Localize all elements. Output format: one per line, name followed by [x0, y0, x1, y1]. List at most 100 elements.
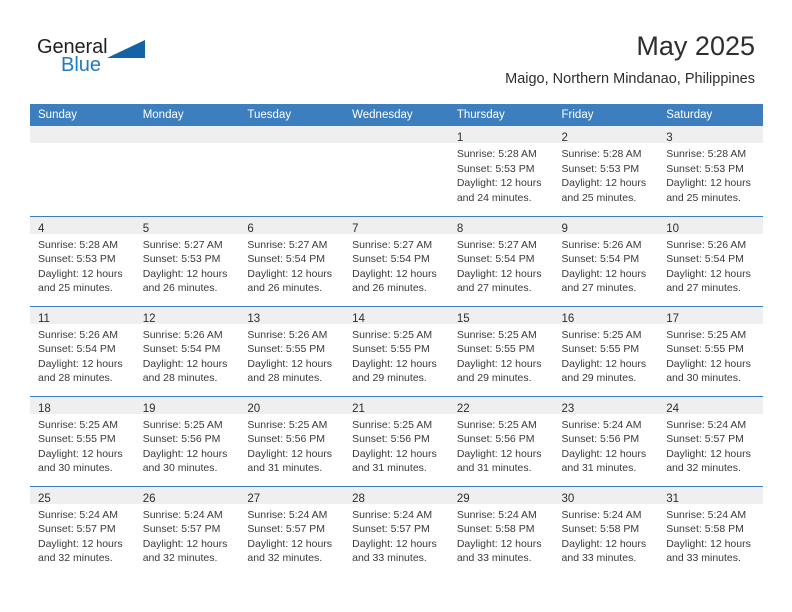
- page-title: May 2025: [636, 31, 755, 61]
- calendar-day-cell[interactable]: 8 Sunrise: 5:27 AM Sunset: 5:54 PM Daylight…: [448, 215, 554, 306]
- calendar-day-cell[interactable]: 3 Sunrise: 5:28 AM Sunset: 5:53 PM Daylight…: [658, 126, 763, 216]
- calendar-day-cell[interactable]: 22 Sunrise: 5:25 AM Sunset: 5:56 PM Dayligh…: [448, 395, 554, 486]
- calendar-day-cell[interactable]: 23 Sunrise: 5:24 AM Sunset: 5:56 PM Dayligh…: [553, 395, 659, 486]
- day-details: Sunrise: 5:25 AM Sunset: 5:55 PM Daylight:…: [658, 324, 763, 386]
- daylight-text: and 32 minutes.: [666, 462, 741, 475]
- day-details: Sunrise: 5:28 AM Sunset: 5:53 PM Daylight:…: [658, 143, 763, 205]
- day-number-band: 12: [134, 306, 240, 325]
- sunrise-text: Sunrise: 5:25 AM: [142, 418, 223, 431]
- sunrise-text: Sunrise: 5:28 AM: [38, 238, 118, 251]
- calendar-day-cell[interactable]: 1 Sunrise: 5:28 AM Sunset: 5:53 PM Daylight…: [448, 126, 554, 216]
- weekday-header-tuesday: Tuesday: [239, 104, 345, 126]
- sunset-text: Sunset: 5:58 PM: [666, 523, 744, 536]
- sunrise-text: Sunrise: 5:24 AM: [142, 508, 223, 521]
- calendar-day-cell[interactable]: 13 Sunrise: 5:26 AM Sunset: 5:55 PM Dayligh…: [239, 305, 345, 396]
- daylight-text: and 33 minutes.: [666, 552, 741, 565]
- blue-triangle-icon: [107, 40, 145, 58]
- calendar-day-cell[interactable]: 17 Sunrise: 5:25 AM Sunset: 5:55 PM Dayligh…: [658, 305, 763, 396]
- daylight-text: Daylight: 12 hours: [352, 267, 437, 280]
- calendar-day-cell[interactable]: 15 Sunrise: 5:25 AM Sunset: 5:55 PM Dayligh…: [448, 305, 554, 396]
- daylight-text: Daylight: 12 hours: [38, 267, 123, 280]
- day-number: 31: [666, 492, 680, 505]
- calendar-day-cell[interactable]: 6 Sunrise: 5:27 AM Sunset: 5:54 PM Daylight…: [239, 215, 345, 306]
- calendar-day-cell[interactable]: 5 Sunrise: 5:27 AM Sunset: 5:53 PM Daylight…: [134, 215, 240, 306]
- day-number: 14: [352, 312, 365, 325]
- sunrise-text: Sunrise: 5:25 AM: [247, 418, 328, 431]
- day-number: 6: [247, 222, 254, 235]
- day-details: Sunrise: 5:24 AM Sunset: 5:57 PM Daylight:…: [344, 504, 449, 566]
- calendar-day-cell[interactable]: 27 Sunrise: 5:24 AM Sunset: 5:57 PM Dayligh…: [239, 485, 345, 576]
- daylight-text: and 28 minutes.: [142, 372, 218, 385]
- calendar-day-cell[interactable]: 9 Sunrise: 5:26 AM Sunset: 5:54 PM Daylight…: [553, 215, 659, 306]
- sunset-text: Sunset: 5:53 PM: [561, 162, 640, 175]
- daylight-text: Daylight: 12 hours: [38, 447, 123, 460]
- generalblue-logo[interactable]: General Blue: [37, 36, 157, 82]
- day-details: Sunrise: 5:27 AM Sunset: 5:54 PM Daylight:…: [449, 234, 554, 296]
- calendar-day-cell[interactable]: 21 Sunrise: 5:25 AM Sunset: 5:56 PM Dayligh…: [344, 395, 449, 486]
- sunset-text: Sunset: 5:57 PM: [142, 523, 221, 536]
- calendar-day-cell[interactable]: 14 Sunrise: 5:25 AM Sunset: 5:55 PM Dayligh…: [344, 305, 449, 396]
- sunrise-text: Sunrise: 5:24 AM: [456, 508, 537, 521]
- daylight-text: and 31 minutes.: [561, 462, 637, 475]
- day-number-band: 6: [239, 216, 345, 235]
- calendar-day-cell[interactable]: 20 Sunrise: 5:25 AM Sunset: 5:56 PM Dayligh…: [239, 395, 345, 486]
- daylight-text: Daylight: 12 hours: [142, 267, 228, 280]
- calendar-day-cell[interactable]: 10 Sunrise: 5:26 AM Sunset: 5:54 PM Dayligh…: [658, 215, 763, 306]
- day-number: 13: [247, 312, 261, 325]
- day-details: Sunrise: 5:26 AM Sunset: 5:54 PM Daylight:…: [554, 234, 659, 296]
- day-number-band: 3: [658, 126, 763, 144]
- calendar-day-cell[interactable]: 29 Sunrise: 5:24 AM Sunset: 5:58 PM Dayligh…: [448, 485, 554, 576]
- calendar-day-cell[interactable]: 12 Sunrise: 5:26 AM Sunset: 5:54 PM Dayligh…: [134, 305, 240, 396]
- sunset-text: Sunset: 5:58 PM: [456, 523, 535, 536]
- calendar-day-cell[interactable]: 11 Sunrise: 5:26 AM Sunset: 5:54 PM Dayligh…: [30, 305, 135, 396]
- calendar-day-cell[interactable]: 16 Sunrise: 5:25 AM Sunset: 5:55 PM Dayligh…: [553, 305, 659, 396]
- day-number: 12: [142, 312, 156, 325]
- calendar-day-cell[interactable]: 30 Sunrise: 5:24 AM Sunset: 5:58 PM Dayligh…: [553, 485, 659, 576]
- daylight-text: Daylight: 12 hours: [142, 537, 228, 550]
- daylight-text: and 33 minutes.: [456, 552, 532, 565]
- calendar-week-row: 25 Sunrise: 5:24 AM Sunset: 5:57 PM Dayligh…: [30, 485, 763, 576]
- daylight-text: Daylight: 12 hours: [666, 357, 751, 370]
- sunset-text: Sunset: 5:54 PM: [456, 253, 535, 266]
- daylight-text: Daylight: 12 hours: [666, 447, 751, 460]
- day-number-band: 1: [448, 126, 554, 144]
- day-details: Sunrise: 5:25 AM Sunset: 5:56 PM Daylight:…: [135, 414, 240, 476]
- calendar-day-cell[interactable]: 2 Sunrise: 5:28 AM Sunset: 5:53 PM Daylight…: [553, 126, 659, 216]
- day-number: 4: [38, 222, 45, 235]
- sunset-text: Sunset: 5:54 PM: [247, 253, 326, 266]
- daylight-text: Daylight: 12 hours: [142, 447, 228, 460]
- calendar-day-cell[interactable]: 7 Sunrise: 5:27 AM Sunset: 5:54 PM Daylight…: [344, 215, 449, 306]
- daylight-text: and 27 minutes.: [456, 282, 532, 295]
- daylight-text: Daylight: 12 hours: [247, 267, 333, 280]
- calendar-day-cell[interactable]: 4 Sunrise: 5:28 AM Sunset: 5:53 PM Daylight…: [30, 215, 135, 306]
- calendar-day-cell[interactable]: 28 Sunrise: 5:24 AM Sunset: 5:57 PM Dayligh…: [344, 485, 449, 576]
- day-number-band: 13: [239, 306, 345, 325]
- calendar-day-cell[interactable]: 25 Sunrise: 5:24 AM Sunset: 5:57 PM Dayligh…: [30, 485, 135, 576]
- day-number: 25: [38, 492, 51, 505]
- day-details: Sunrise: 5:28 AM Sunset: 5:53 PM Daylight:…: [449, 143, 554, 205]
- day-number: 1: [456, 132, 464, 144]
- daylight-text: and 25 minutes.: [561, 191, 637, 204]
- sunset-text: Sunset: 5:55 PM: [247, 343, 326, 356]
- calendar-day-cell[interactable]: 18 Sunrise: 5:25 AM Sunset: 5:55 PM Dayligh…: [30, 395, 135, 486]
- sunrise-text: Sunrise: 5:27 AM: [456, 238, 537, 251]
- weekday-header-sunday: Sunday: [30, 104, 135, 126]
- day-details: [135, 143, 240, 147]
- day-number-band: 28: [344, 486, 449, 505]
- day-number: 26: [142, 492, 156, 505]
- daylight-text: and 31 minutes.: [352, 462, 427, 475]
- daylight-text: Daylight: 12 hours: [38, 357, 123, 370]
- calendar-day-cell[interactable]: 31 Sunrise: 5:24 AM Sunset: 5:58 PM Dayligh…: [658, 485, 763, 576]
- sunrise-text: Sunrise: 5:26 AM: [247, 328, 328, 341]
- day-number-band: 18: [30, 396, 135, 415]
- day-number: 3: [666, 132, 673, 144]
- sunrise-text: Sunrise: 5:27 AM: [247, 238, 328, 251]
- calendar-day-cell[interactable]: 19 Sunrise: 5:25 AM Sunset: 5:56 PM Dayligh…: [134, 395, 240, 486]
- calendar-day-cell[interactable]: 26 Sunrise: 5:24 AM Sunset: 5:57 PM Dayligh…: [134, 485, 240, 576]
- sunset-text: Sunset: 5:53 PM: [456, 162, 535, 175]
- day-number-band: 22: [448, 396, 554, 415]
- daylight-text: Daylight: 12 hours: [561, 537, 647, 550]
- sunset-text: Sunset: 5:58 PM: [561, 523, 640, 536]
- calendar-day-cell[interactable]: 24 Sunrise: 5:24 AM Sunset: 5:57 PM Dayligh…: [658, 395, 763, 486]
- day-details: Sunrise: 5:28 AM Sunset: 5:53 PM Daylight:…: [30, 234, 135, 296]
